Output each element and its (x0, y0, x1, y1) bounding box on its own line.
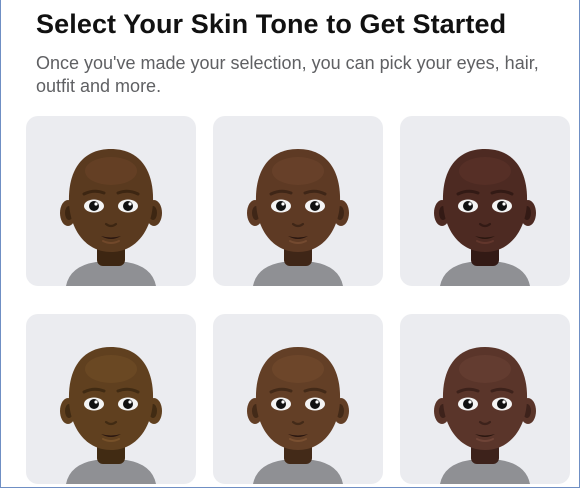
avatar-pupil-right (497, 399, 507, 409)
avatar-pupil-right (123, 399, 133, 409)
avatar-eye-glint-right (128, 400, 132, 404)
avatar-eye-glint-right (315, 202, 319, 206)
avatar (60, 347, 162, 484)
avatar-head-highlight (85, 157, 137, 185)
avatar-eye-glint-left (281, 400, 285, 404)
avatar (434, 347, 536, 484)
avatar-eye-glint-left (468, 400, 472, 404)
skin-tone-option-5[interactable] (213, 314, 383, 484)
avatar-head-highlight (459, 355, 511, 383)
avatar-pupil-left (463, 201, 473, 211)
skin-tone-option-6[interactable] (400, 314, 570, 484)
avatar-eye-glint-left (468, 202, 472, 206)
avatar-eye-glint-right (315, 400, 319, 404)
avatar-head-highlight (272, 157, 324, 185)
skin-tone-option-1[interactable] (26, 116, 196, 286)
avatar-pupil-right (123, 201, 133, 211)
avatar-pupil-left (463, 399, 473, 409)
avatar-pupil-left (89, 399, 99, 409)
avatar-eye-glint-left (281, 202, 285, 206)
avatar-eye-glint-left (94, 202, 98, 206)
page-title: Select Your Skin Tone to Get Started (36, 9, 507, 39)
skin-tone-option-2[interactable] (213, 116, 383, 286)
avatar-head-highlight (85, 355, 137, 383)
avatar-pupil-right (497, 201, 507, 211)
avatar-pupil-left (276, 399, 286, 409)
avatar-pupil-left (89, 201, 99, 211)
avatar-head-highlight (459, 157, 511, 185)
avatar-pupil-right (310, 399, 320, 409)
avatar-eye-glint-left (94, 400, 98, 404)
avatar-pupil-right (310, 201, 320, 211)
avatar-eye-glint-right (502, 400, 506, 404)
avatar-eye-glint-right (128, 202, 132, 206)
skin-tone-option-3[interactable] (400, 116, 570, 286)
skin-tone-option-4[interactable] (26, 314, 196, 484)
skin-tone-grid (26, 116, 570, 484)
avatar (247, 347, 349, 484)
avatar-eye-glint-right (502, 202, 506, 206)
page-subtitle: Once you've made your selection, you can… (36, 53, 539, 96)
avatar-pupil-left (276, 201, 286, 211)
avatar-head-highlight (272, 355, 324, 383)
avatar (434, 149, 536, 286)
avatar (247, 149, 349, 286)
avatar (60, 149, 162, 286)
